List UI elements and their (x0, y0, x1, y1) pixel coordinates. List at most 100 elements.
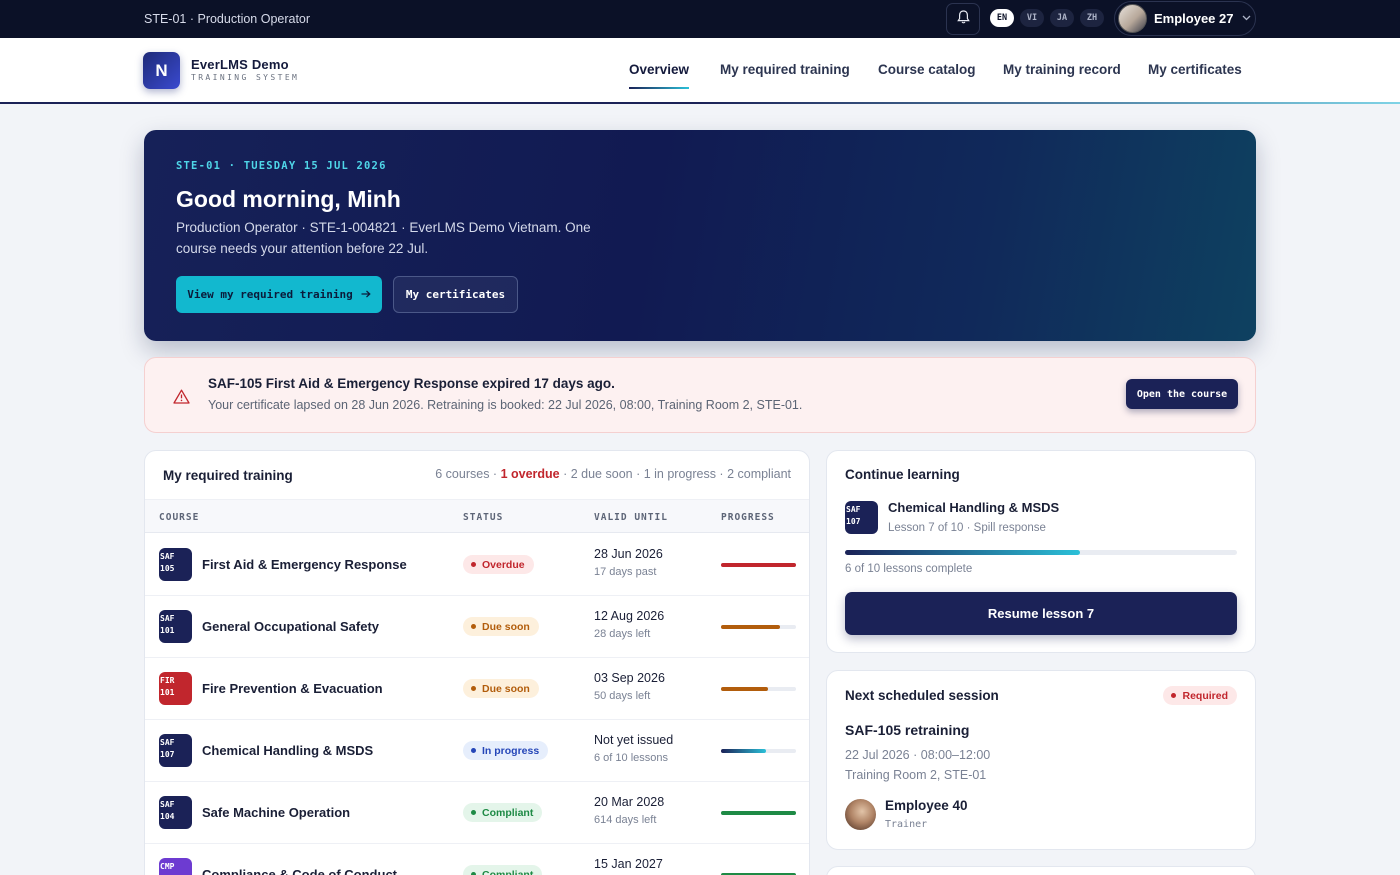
valid-until-date: 03 Sep 2026 (594, 671, 665, 685)
hero-description: Production Operator · STE-1-004821 · Eve… (176, 220, 591, 256)
bell-icon (956, 9, 971, 30)
nav-my-required-training[interactable]: My required training (720, 62, 850, 77)
table-row[interactable]: FIR 101 Fire Prevention & Evacuation Due … (145, 658, 809, 720)
course-code-prefix: SAF (160, 552, 175, 561)
session-name[interactable]: SAF-105 retraining (845, 722, 969, 738)
status-badge: Due soon (463, 679, 539, 698)
course-name[interactable]: Chemical Handling & MSDS (202, 743, 373, 758)
status-badge: Overdue (463, 555, 534, 574)
table-row[interactable]: SAF 101 General Occupational Safety Due s… (145, 596, 809, 658)
course-name[interactable]: Compliance & Code of Conduct (202, 867, 397, 875)
alert-title: SAF-105 First Aid & Emergency Response e… (208, 376, 615, 391)
course-code-prefix: SAF (160, 738, 175, 747)
required-training-card: My required training 6 courses · 1 overd… (144, 450, 810, 875)
table-row[interactable]: SAF 105 First Aid & Emergency Response Ov… (145, 534, 809, 596)
next-session-card: Next scheduled session Required SAF-105 … (826, 670, 1256, 850)
user-menu[interactable]: Employee 27 (1114, 1, 1256, 36)
valid-until-date: 12 Aug 2026 (594, 609, 665, 623)
course-code-number: 101 (160, 626, 175, 635)
brand: EverLMS Demo TRAINING SYSTEM (191, 57, 299, 82)
course-code-prefix: SAF (160, 614, 175, 623)
language-switcher: EN VI JA ZH (990, 9, 1104, 27)
lessons-complete-text: 6 of 10 lessons complete (845, 563, 973, 575)
table-header: COURSE STATUS VALID UNTIL PROGRESS (145, 499, 809, 533)
course-code-badge: SAF 107 (845, 501, 878, 534)
course-name[interactable]: Fire Prevention & Evacuation (202, 681, 383, 696)
brand-logo[interactable]: N (143, 52, 180, 89)
valid-until-note: 6 of 10 lessons (594, 752, 668, 764)
resume-lesson-button[interactable]: Resume lesson 7 (845, 592, 1237, 635)
trainer-role: Trainer (885, 819, 928, 830)
course-code-number: 105 (160, 564, 175, 573)
user-name: Employee 27 (1154, 11, 1234, 26)
course-name[interactable]: First Aid & Emergency Response (202, 557, 407, 572)
progress-fill (721, 811, 796, 815)
trainer-avatar (845, 799, 876, 830)
view-required-training-button[interactable]: View my required training (176, 276, 382, 313)
lang-ja[interactable]: JA (1050, 9, 1074, 27)
required-training-title: My required training (163, 468, 293, 483)
status-badge: Compliant (463, 865, 543, 875)
table-row[interactable]: CMP Compliance & Code of Conduct Complia… (145, 844, 809, 875)
status-badge: Due soon (463, 617, 539, 636)
notifications-button[interactable] (946, 3, 980, 35)
user-avatar (1118, 4, 1147, 33)
progress-fill (721, 687, 768, 691)
lang-en[interactable]: EN (990, 9, 1014, 27)
valid-until-note: 614 days left (594, 814, 657, 826)
open-course-button[interactable]: Open the course (1126, 379, 1238, 409)
col-progress: PROGRESS (721, 512, 775, 523)
expired-certificate-alert: SAF-105 First Aid & Emergency Response e… (144, 357, 1256, 433)
lesson-progress-fill (845, 550, 1081, 555)
valid-until-date: 15 Jan 2027 (594, 857, 663, 871)
nav-overview[interactable]: Overview (629, 62, 690, 89)
status-badge: In progress (463, 741, 549, 760)
course-code-number: 107 (160, 750, 175, 759)
progress-bar (721, 625, 796, 629)
col-valid-until: VALID UNTIL (594, 512, 668, 523)
table-row[interactable]: SAF 104 Safe Machine Operation Compliant … (145, 782, 809, 844)
nav-my-training-record[interactable]: My training record (1003, 62, 1121, 77)
course-code-prefix: SAF (846, 505, 861, 514)
next-session-title: Next scheduled session (845, 688, 999, 703)
lang-vi[interactable]: VI (1020, 9, 1044, 27)
table-row[interactable]: SAF 107 Chemical Handling & MSDS In progr… (145, 720, 809, 782)
required-badge: Required (1163, 686, 1237, 705)
course-code-badge: FIR 101 (159, 672, 192, 705)
continue-lesson-info: Lesson 7 of 10 · Spill response (888, 522, 1046, 534)
session-location: Training Room 2, STE-01 (845, 768, 987, 782)
continue-course-name[interactable]: Chemical Handling & MSDS (888, 500, 1059, 515)
view-required-training-label: View my required training (187, 288, 353, 301)
my-certificates-button[interactable]: My certificates (393, 276, 518, 313)
nav-course-catalog[interactable]: Course catalog (878, 62, 976, 77)
chevron-down-icon (1242, 13, 1251, 24)
summary-counts: 6 courses · (435, 467, 501, 481)
course-code-number: 107 (846, 517, 861, 526)
nav-my-certificates[interactable]: My certificates (1148, 62, 1242, 77)
course-code-badge: SAF 104 (159, 796, 192, 829)
progress-fill (721, 625, 780, 629)
site-role-context: STE-01 · Production Operator (144, 12, 311, 26)
lang-zh[interactable]: ZH (1080, 9, 1104, 27)
next-card-partial (826, 866, 1256, 875)
course-name[interactable]: Safe Machine Operation (202, 805, 350, 820)
valid-until-note: 50 days left (594, 690, 651, 702)
progress-bar (721, 811, 796, 815)
welcome-hero: STE-01 · TUESDAY 15 JUL 2026 Good mornin… (144, 130, 1256, 341)
course-code-badge: SAF 101 (159, 610, 192, 643)
arrow-right-icon (361, 288, 371, 301)
progress-bar (721, 687, 796, 691)
continue-learning-card: Continue learning SAF 107 Chemical Handli… (826, 450, 1256, 653)
col-status: STATUS (463, 512, 504, 523)
valid-until-note: 17 days past (594, 566, 657, 578)
course-code-number: 104 (160, 812, 175, 821)
course-name[interactable]: General Occupational Safety (202, 619, 379, 634)
brand-tagline: TRAINING SYSTEM (191, 73, 300, 82)
course-code-badge: SAF 105 (159, 548, 192, 581)
trainer-name: Employee 40 (885, 798, 968, 813)
continue-learning-title: Continue learning (845, 467, 960, 482)
valid-until-date: 20 Mar 2028 (594, 795, 665, 809)
session-time: 22 Jul 2026 · 08:00–12:00 (845, 748, 991, 762)
progress-fill (721, 749, 766, 753)
progress-bar (721, 749, 796, 753)
